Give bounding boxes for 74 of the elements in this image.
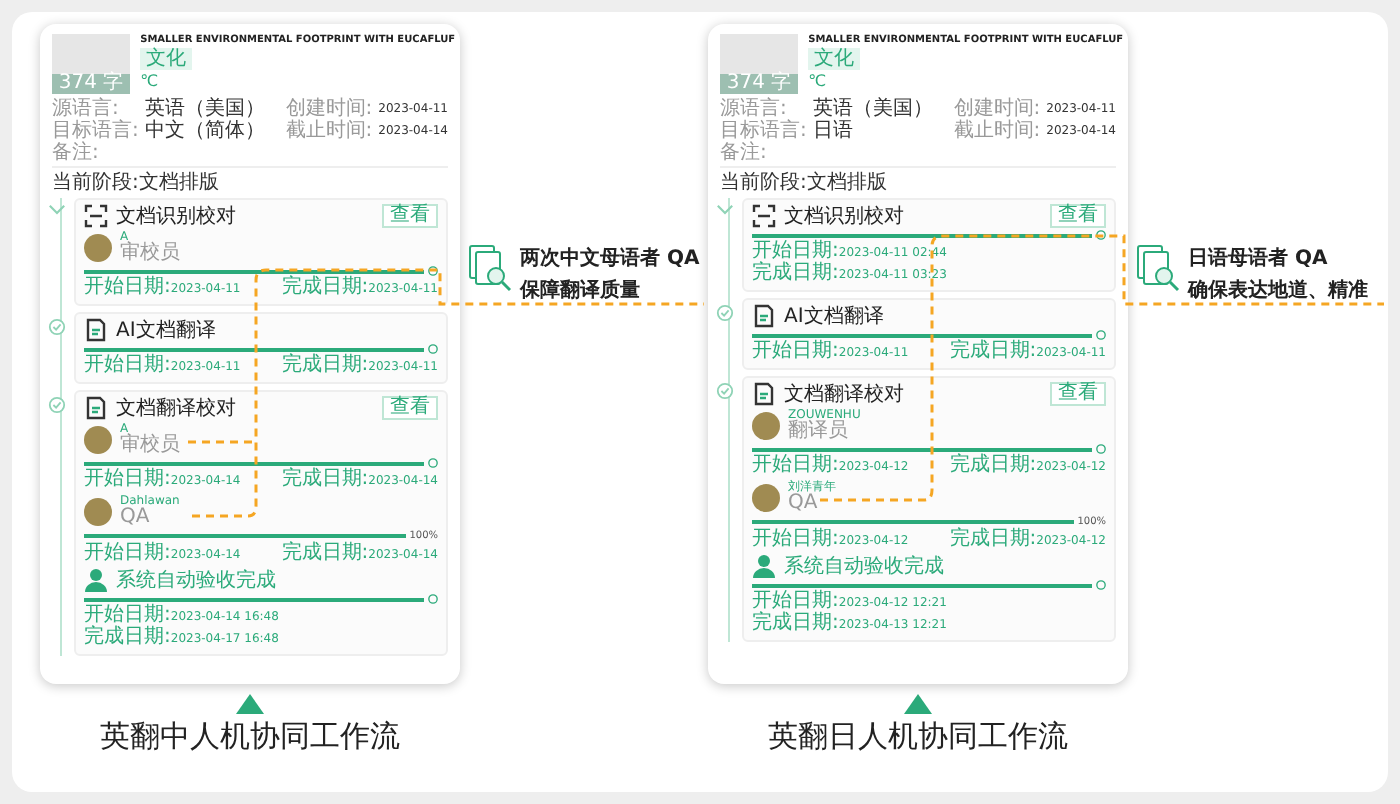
document-icon — [84, 318, 108, 342]
avatar — [84, 497, 112, 525]
document-icon — [752, 304, 776, 328]
annotation-text: 日语母语者 QA — [1188, 245, 1330, 272]
clock-icon — [1096, 330, 1106, 340]
view-button[interactable]: 查看 — [1050, 204, 1106, 228]
document-icon — [84, 396, 108, 420]
document-tag: 文化 — [808, 48, 861, 70]
meta-value: 日语 — [812, 120, 855, 142]
annotation-text: 保障翻译质量 — [520, 276, 642, 304]
document-review-icon — [1136, 244, 1180, 292]
meta-value: 中文（简体） — [144, 120, 267, 142]
annotation-text: 两次中文母语者 QA — [520, 245, 700, 272]
system-status: 系统自动验收完成 — [116, 569, 276, 591]
person-icon — [84, 568, 108, 592]
person-role: QA — [788, 494, 820, 514]
scan-icon — [84, 204, 108, 228]
meta-value: 英语（美国） — [144, 98, 267, 120]
view-button[interactable]: 查看 — [382, 396, 438, 420]
view-button[interactable]: 查看 — [382, 204, 438, 228]
meta-label: 目标语言: — [52, 120, 139, 142]
meta-label: 源语言: — [52, 98, 119, 120]
meta-label: 创建时间: — [285, 98, 373, 120]
meta-label: 截止时间: — [285, 120, 373, 142]
document-review-icon — [468, 244, 512, 292]
document-icon — [752, 382, 776, 406]
stage-title: 文档翻译校对 — [784, 383, 904, 405]
scan-icon — [752, 204, 776, 228]
person-icon — [752, 554, 776, 578]
stage-title: AI文档翻译 — [116, 319, 216, 341]
meta-label: 源语言: — [720, 98, 787, 120]
clock-icon — [1096, 444, 1106, 454]
check-circle-icon — [716, 382, 734, 400]
clock-icon — [428, 344, 438, 354]
clock-icon — [428, 266, 438, 276]
up-arrow-icon — [236, 694, 264, 714]
person-role: 审校员 — [120, 244, 180, 264]
meta-value: 英语（美国） — [812, 98, 935, 120]
avatar — [752, 483, 780, 511]
annotation-text: 确保表达地道、精准 — [1188, 277, 1368, 304]
stage-title: 文档识别校对 — [784, 205, 904, 227]
stage-title: 文档识别校对 — [116, 205, 236, 227]
person-role: 审校员 — [120, 436, 180, 456]
unit-label: ℃ — [808, 72, 829, 90]
check-circle-icon — [716, 304, 734, 322]
up-arrow-icon — [904, 694, 932, 714]
avatar — [752, 411, 780, 439]
stage-title: 文档翻译校对 — [116, 397, 236, 419]
clock-icon — [1096, 230, 1106, 240]
system-status: 系统自动验收完成 — [784, 555, 944, 577]
meta-label: 备注: — [52, 142, 101, 164]
clock-icon — [1096, 580, 1106, 590]
unit-label: ℃ — [140, 72, 161, 90]
meta-label: 目标语言: — [720, 120, 807, 142]
meta-label: 创建时间: — [953, 98, 1041, 120]
meta-label: 截止时间: — [953, 120, 1041, 142]
person-role: 翻译员 — [788, 422, 850, 442]
workflow-caption: 英翻日人机协同工作流 — [768, 718, 1068, 754]
word-count: 374 字 — [52, 74, 131, 94]
clock-icon — [428, 594, 438, 604]
person-role: QA — [120, 508, 152, 528]
document-tag: 文化 — [140, 48, 193, 70]
current-stage: 当前阶段:文档排版 — [52, 172, 221, 194]
workflow-caption: 英翻中人机协同工作流 — [100, 718, 400, 754]
clock-icon — [428, 458, 438, 468]
word-count: 374 字 — [720, 74, 799, 94]
current-stage: 当前阶段:文档排版 — [720, 172, 889, 194]
avatar — [84, 233, 112, 261]
check-circle-icon — [48, 396, 66, 414]
view-button[interactable]: 查看 — [1050, 382, 1106, 406]
avatar — [84, 425, 112, 453]
stage-title: AI文档翻译 — [784, 305, 884, 327]
check-circle-icon — [48, 318, 66, 336]
meta-label: 备注: — [720, 142, 769, 164]
